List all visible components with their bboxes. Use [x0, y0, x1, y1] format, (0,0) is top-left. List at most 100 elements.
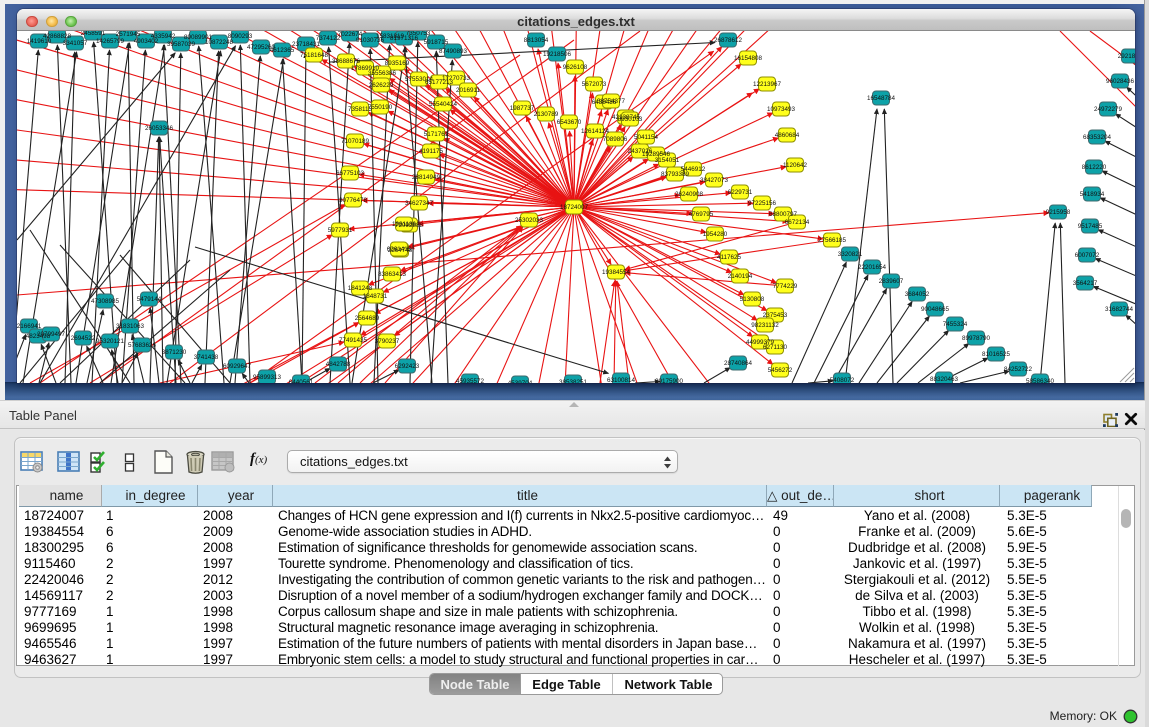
svg-text:2571945: 2571945 [116, 31, 141, 38]
svg-text:95899313: 95899313 [253, 374, 282, 381]
svg-text:75181648: 75181648 [300, 52, 329, 59]
svg-text:38688676: 38688676 [332, 58, 361, 65]
svg-text:26878612: 26878612 [714, 37, 743, 44]
svg-text:4539704: 4539704 [508, 380, 533, 383]
svg-text:3564217: 3564217 [1073, 280, 1098, 287]
svg-text:68800797: 68800797 [769, 211, 798, 218]
svg-text:26053346: 26053346 [145, 125, 174, 132]
svg-text:2626229: 2626229 [369, 82, 394, 89]
svg-text:9626108: 9626108 [563, 64, 588, 71]
svg-text:42868828: 42868828 [43, 33, 72, 40]
svg-text:12213967: 12213967 [753, 81, 782, 88]
svg-text:4191175: 4191175 [419, 148, 444, 155]
svg-text:20709497: 20709497 [37, 331, 66, 338]
svg-text:71070189: 71070189 [341, 138, 370, 145]
svg-text:1954280: 1954280 [703, 231, 728, 238]
svg-text:2458591: 2458591 [81, 31, 106, 37]
svg-text:5171761: 5171761 [424, 131, 449, 138]
svg-text:81016525: 81016525 [982, 351, 1011, 358]
svg-text:9517485: 9517485 [1078, 223, 1103, 230]
svg-text:2140194: 2140194 [728, 273, 753, 280]
svg-text:2694522: 2694522 [71, 335, 96, 342]
svg-text:84252722: 84252722 [1004, 366, 1033, 373]
svg-text:1120642: 1120642 [783, 162, 808, 169]
svg-text:24972279: 24972279 [1094, 106, 1123, 113]
svg-text:28740864: 28740864 [724, 360, 753, 367]
svg-text:1981186: 1981186 [392, 221, 417, 228]
svg-text:9215958: 9215958 [1046, 209, 1071, 216]
svg-text:96028436: 96028436 [1106, 78, 1135, 85]
svg-text:38538251: 38538251 [559, 379, 588, 383]
svg-text:17270733: 17270733 [442, 75, 471, 82]
svg-text:63100814: 63100814 [607, 377, 636, 383]
svg-text:31682744: 31682744 [1105, 306, 1134, 313]
svg-text:1841248: 1841248 [348, 285, 373, 292]
svg-text:18724007: 18724007 [560, 204, 589, 211]
svg-text:5672073: 5672073 [582, 81, 607, 88]
svg-text:19384554: 19384554 [602, 269, 631, 276]
svg-text:10872248: 10872248 [205, 39, 234, 46]
svg-text:8612220: 8612220 [1082, 164, 1107, 171]
svg-text:97225156: 97225156 [748, 200, 777, 207]
svg-text:58586340: 58586340 [1026, 378, 1055, 383]
svg-text:5456272: 5456272 [768, 367, 793, 374]
svg-text:88320463: 88320463 [930, 376, 959, 383]
svg-text:90048665: 90048665 [921, 306, 950, 313]
svg-text:3684052: 3684052 [905, 291, 930, 298]
svg-text:2839607: 2839607 [879, 278, 904, 285]
svg-text:98231132: 98231132 [751, 322, 779, 329]
svg-text:7774229: 7774229 [773, 283, 798, 290]
svg-text:4842788: 4842788 [326, 361, 351, 368]
svg-text:95320121: 95320121 [96, 338, 125, 345]
svg-text:14265799: 14265799 [96, 38, 125, 45]
svg-text:77491435: 77491435 [339, 337, 368, 344]
svg-text:31831063: 31831063 [116, 323, 145, 330]
svg-text:60929647: 60929647 [223, 363, 252, 370]
svg-text:3320821: 3320821 [838, 251, 863, 258]
svg-text:2375453: 2375453 [763, 312, 788, 319]
svg-text:8935169: 8935169 [385, 60, 410, 67]
svg-text:3154051: 3154051 [655, 157, 680, 164]
svg-text:7350753: 7350753 [406, 31, 431, 37]
svg-text:7455324: 7455324 [943, 321, 968, 328]
svg-text:26240908: 26240908 [675, 191, 704, 198]
svg-text:8090293: 8090293 [228, 33, 253, 40]
svg-text:28814949: 28814949 [412, 174, 441, 181]
svg-text:17869910: 17869910 [351, 65, 380, 72]
svg-text:2016911: 2016911 [456, 87, 481, 94]
svg-text:2564689: 2564689 [355, 315, 380, 322]
svg-text:6261415: 6261415 [387, 246, 412, 253]
svg-text:2166941: 2166941 [17, 323, 42, 330]
svg-text:5918715: 5918715 [424, 39, 449, 46]
svg-text:1848731: 1848731 [363, 293, 388, 300]
svg-text:6229731: 6229731 [728, 189, 753, 196]
svg-text:57683626: 57683626 [128, 342, 157, 349]
svg-text:5408072: 5408072 [830, 377, 855, 383]
svg-text:5418934: 5418934 [1080, 191, 1105, 198]
svg-text:87490893: 87490893 [439, 48, 468, 55]
svg-text:29175900: 29175900 [655, 378, 684, 383]
svg-text:3741438: 3741438 [194, 354, 219, 361]
svg-text:2921859: 2921859 [1118, 53, 1135, 60]
svg-text:5041154: 5041154 [634, 134, 659, 141]
svg-text:23718431: 23718431 [292, 41, 321, 48]
svg-text:3790237: 3790237 [375, 338, 400, 345]
svg-text:6007072: 6007072 [1075, 252, 1100, 259]
svg-text:38427073: 38427073 [700, 177, 729, 184]
svg-text:34627347: 34627347 [405, 200, 434, 207]
svg-text:47308985: 47308985 [91, 298, 120, 305]
svg-text:39587039: 39587039 [167, 41, 196, 48]
svg-text:89978790: 89978790 [962, 335, 991, 342]
svg-text:4860684: 4860684 [775, 132, 800, 139]
svg-text:5977931: 5977931 [328, 227, 353, 234]
svg-text:25302033: 25302033 [515, 217, 544, 224]
svg-text:66775103: 66775103 [336, 170, 365, 177]
svg-text:4769795: 4769795 [689, 211, 714, 218]
svg-text:16154808: 16154808 [734, 55, 763, 62]
svg-text:27566185: 27566185 [818, 237, 847, 244]
svg-text:55540424: 55540424 [429, 101, 458, 108]
svg-text:12614124: 12614124 [581, 128, 610, 135]
svg-text:3341057: 3341057 [63, 40, 88, 47]
svg-text:8930103: 8930103 [618, 116, 643, 123]
svg-text:5479144: 5479144 [137, 296, 162, 303]
